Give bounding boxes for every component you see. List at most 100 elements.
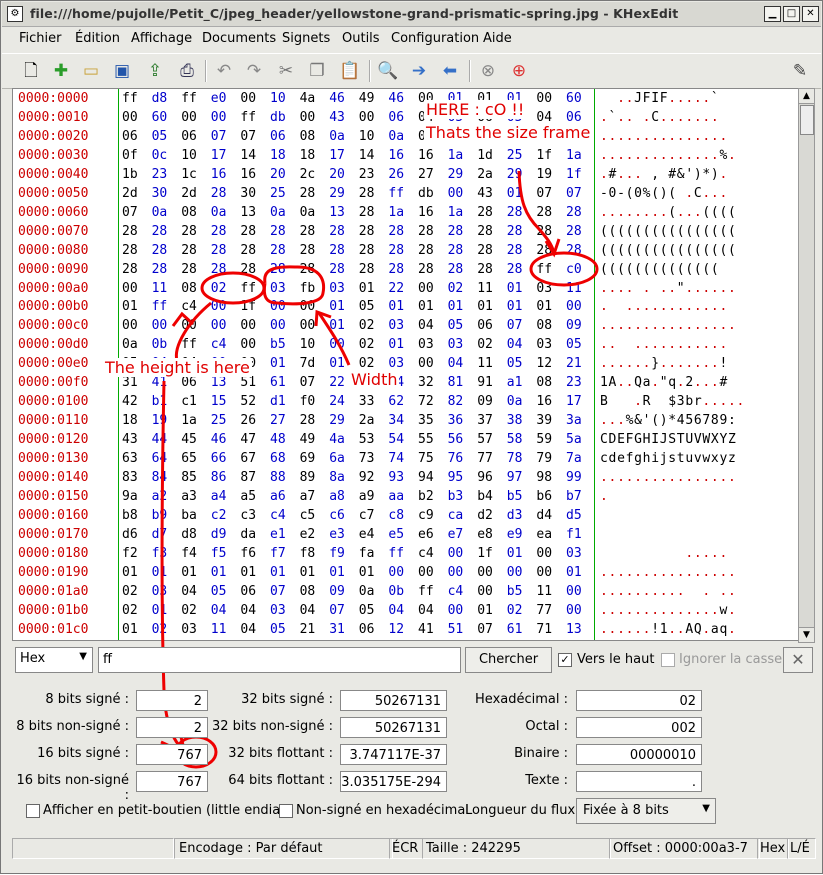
hex-byte[interactable]: 08 xyxy=(536,375,556,390)
menu-documents[interactable]: Documents xyxy=(202,31,276,46)
hex-byte[interactable]: 02 xyxy=(122,584,142,599)
hex-byte[interactable]: 05 xyxy=(152,129,172,144)
ascii-text[interactable]: (((((((((((((((( xyxy=(600,243,737,258)
hex-byte[interactable]: 28 xyxy=(388,224,408,239)
hex-byte[interactable]: f0 xyxy=(300,394,320,409)
hex-byte[interactable]: 28 xyxy=(329,224,349,239)
hex-row[interactable]: 0000:0160 b8 b9 ba c2 c3 c4 c5 c6 c7 c8 c9 ca d2 d3 d4 d… xyxy=(13,508,798,527)
hex-byte[interactable]: e1 xyxy=(270,527,290,542)
hex-byte[interactable]: 01 xyxy=(181,565,201,580)
hex-byte[interactable]: c4 xyxy=(448,584,468,599)
hex-byte[interactable]: f1 xyxy=(566,527,586,542)
hex-byte[interactable]: d8 xyxy=(181,527,201,542)
hex-row[interactable]: 0000:00a0 00 11 08 02 ff 03 fb 03 01 22 00 02 11 01 03 1… xyxy=(13,281,798,300)
hex-byte[interactable]: 01 xyxy=(507,281,527,296)
hex-byte[interactable]: 01 xyxy=(418,299,438,314)
hex-row[interactable]: 0000:0150 9a a2 a3 a4 a5 a6 a7 a8 a9 aa b2 b3 b4 b5 b6 b… xyxy=(13,489,798,508)
hex-byte[interactable]: a6 xyxy=(270,489,290,504)
hex-byte[interactable]: 28 xyxy=(270,224,290,239)
hex-byte[interactable]: 09 xyxy=(566,318,586,333)
hex-byte[interactable]: 7a xyxy=(566,451,586,466)
hex-byte[interactable]: 28 xyxy=(359,243,379,258)
hex-byte[interactable]: 01 xyxy=(507,299,527,314)
hex-byte[interactable]: a7 xyxy=(300,489,320,504)
hex-byte[interactable]: e0 xyxy=(211,91,231,106)
hex-byte[interactable]: 00 xyxy=(270,299,290,314)
hex-byte[interactable]: 01 xyxy=(122,565,142,580)
hex-byte[interactable]: d5 xyxy=(566,508,586,523)
hex-byte[interactable]: a4 xyxy=(211,489,231,504)
hex-byte[interactable]: 1f xyxy=(477,546,497,561)
hex-byte[interactable]: 28 xyxy=(566,243,586,258)
ascii-text[interactable]: ..............%. xyxy=(600,148,737,163)
hex-byte[interactable]: 28 xyxy=(300,262,320,277)
hex-byte[interactable]: c1 xyxy=(181,394,201,409)
hex-byte[interactable]: c7 xyxy=(359,508,379,523)
hex-byte[interactable]: 27 xyxy=(418,167,438,182)
hex-byte[interactable]: 00 xyxy=(300,318,320,333)
hex-row[interactable]: 0000:0180 f2 f3 f4 f5 f6 f7 f8 f9 fa ff c4 00 1f 01 00 0… xyxy=(13,546,798,565)
hex-byte[interactable]: 00 xyxy=(122,110,142,125)
hex-byte[interactable]: e8 xyxy=(477,527,497,542)
hex-row[interactable]: 0000:0120 43 44 45 46 47 48 49 4a 53 54 55 56 57 58 59 5… xyxy=(13,432,798,451)
hex-byte[interactable]: 28 xyxy=(152,224,172,239)
hex-byte[interactable]: 03 xyxy=(329,281,349,296)
hex-byte[interactable]: e5 xyxy=(388,527,408,542)
hex-byte[interactable]: 66 xyxy=(211,451,231,466)
hex-byte[interactable]: 11 xyxy=(566,281,586,296)
hex-byte[interactable]: 01 xyxy=(211,565,231,580)
ascii-text[interactable]: ......}.......! xyxy=(600,356,728,371)
menu-configuration[interactable]: Configuration xyxy=(391,31,479,46)
hex-byte[interactable]: 23 xyxy=(152,167,172,182)
ignore-case-checkbox[interactable] xyxy=(661,653,675,667)
hex-byte[interactable]: 41 xyxy=(152,375,172,390)
hex-byte[interactable]: c4 xyxy=(181,299,201,314)
hex-byte[interactable]: 20 xyxy=(270,167,290,182)
hex-byte[interactable]: ff xyxy=(122,91,142,106)
hex-byte[interactable]: 02 xyxy=(477,337,497,352)
hex-byte[interactable]: 71 xyxy=(536,622,556,637)
hex-byte[interactable]: 04 xyxy=(300,603,320,618)
hex-byte[interactable]: 16 xyxy=(211,167,231,182)
hex-byte[interactable]: 0a xyxy=(211,205,231,220)
hex-byte[interactable]: 05 xyxy=(359,603,379,618)
hex-byte[interactable]: 28 xyxy=(448,224,468,239)
hex-byte[interactable]: b4 xyxy=(477,489,497,504)
hex-byte[interactable]: 52 xyxy=(240,394,260,409)
hex-byte[interactable]: 06 xyxy=(181,129,201,144)
ascii-text[interactable]: ............... xyxy=(600,129,728,144)
hex-byte[interactable]: c3 xyxy=(240,508,260,523)
hex-byte[interactable]: d1 xyxy=(270,394,290,409)
hex-byte[interactable]: 28 xyxy=(536,205,556,220)
hex-byte[interactable]: 34 xyxy=(388,413,408,428)
hex-byte[interactable]: 01 xyxy=(448,299,468,314)
hex-row[interactable]: 0000:0130 63 64 65 66 67 68 69 6a 73 74 75 76 77 78 79 7… xyxy=(13,451,798,470)
hex-byte[interactable]: 16 xyxy=(418,148,438,163)
hex-byte[interactable]: f3 xyxy=(152,546,172,561)
hex-byte[interactable]: 01 xyxy=(270,356,290,371)
hex-byte[interactable]: 63 xyxy=(122,451,142,466)
hex-byte[interactable]: 08 xyxy=(300,584,320,599)
copy-cut-icon[interactable]: ✂ xyxy=(274,59,298,83)
hex-byte[interactable]: 28 xyxy=(418,262,438,277)
hex-byte[interactable]: 00 xyxy=(448,546,468,561)
f32-field[interactable]: 3.747117E-37 xyxy=(340,744,447,765)
hex-row[interactable]: 0000:0110 18 19 1a 25 26 27 28 29 2a 34 35 36 37 38 39 3… xyxy=(13,413,798,432)
open-folder-icon[interactable]: ▭ xyxy=(79,59,103,83)
hex-byte[interactable]: 00 xyxy=(122,281,142,296)
ascii-text[interactable]: ..JFIF.....` xyxy=(600,91,719,106)
ascii-text[interactable]: CDEFGHIJSTUVWXYZ xyxy=(600,432,737,447)
hex-byte[interactable]: c2 xyxy=(211,508,231,523)
hex-byte[interactable]: 06 xyxy=(477,318,497,333)
hex-byte[interactable]: 10 xyxy=(181,148,201,163)
hex-byte[interactable]: 42 xyxy=(122,394,142,409)
hex-byte[interactable]: 09 xyxy=(477,394,497,409)
hex-byte[interactable]: 1a xyxy=(566,148,586,163)
hex-byte[interactable]: 04 xyxy=(211,603,231,618)
hex-byte[interactable]: f4 xyxy=(181,546,201,561)
hex-byte[interactable]: 69 xyxy=(300,451,320,466)
hex-byte[interactable]: 76 xyxy=(448,451,468,466)
scroll-down-icon[interactable]: ▼ xyxy=(799,627,814,642)
hex-byte[interactable]: 1b xyxy=(122,167,142,182)
hex-byte[interactable]: 03 xyxy=(566,546,586,561)
